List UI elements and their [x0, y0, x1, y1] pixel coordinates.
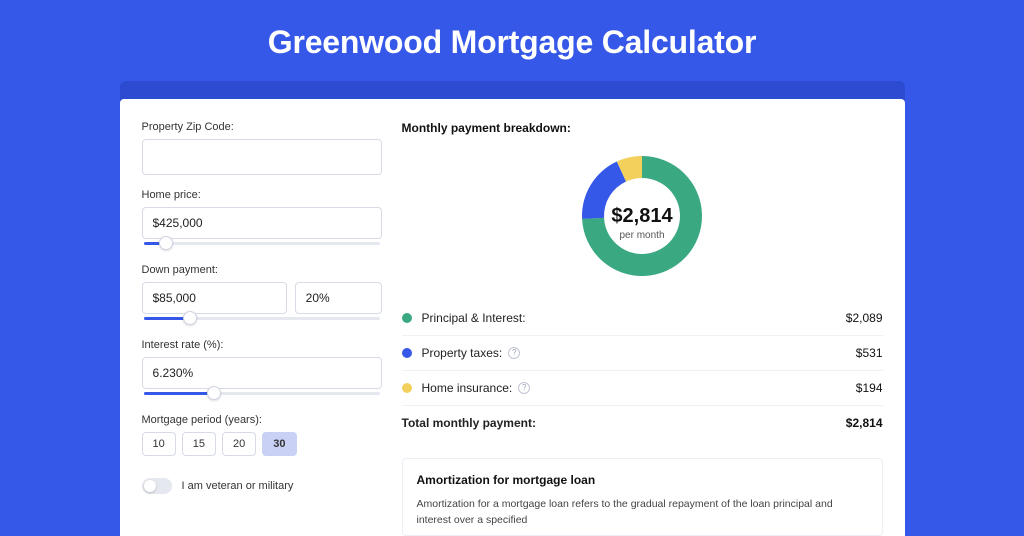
breakdown-title: Monthly payment breakdown:: [402, 121, 883, 135]
home-price-label: Home price:: [142, 189, 382, 201]
slider-track: [144, 242, 380, 245]
total-value: $2,814: [846, 416, 883, 430]
interest-rate-input[interactable]: [142, 357, 382, 389]
legend-dot: [402, 383, 412, 393]
breakdown-label: Principal & Interest:: [422, 311, 846, 325]
info-icon[interactable]: ?: [518, 382, 530, 394]
down-payment-input[interactable]: [142, 282, 287, 314]
breakdown-value: $2,089: [846, 311, 883, 325]
total-row: Total monthly payment: $2,814: [402, 406, 883, 440]
period-label: Mortgage period (years):: [142, 414, 382, 426]
breakdown-row: Home insurance:?$194: [402, 371, 883, 406]
veteran-label: I am veteran or military: [182, 480, 294, 492]
breakdown-value: $194: [856, 381, 883, 395]
breakdown-column: Monthly payment breakdown: $2,814 per mo…: [402, 121, 883, 536]
amortization-title: Amortization for mortgage loan: [417, 473, 868, 487]
total-label: Total monthly payment:: [402, 416, 846, 430]
down-payment-label: Down payment:: [142, 264, 382, 276]
veteran-row: I am veteran or military: [142, 478, 382, 494]
period-button-30[interactable]: 30: [262, 432, 296, 456]
slider-fill: [144, 392, 216, 395]
home-price-slider[interactable]: [142, 238, 382, 250]
legend-dot: [402, 313, 412, 323]
donut-chart-area: $2,814 per month: [402, 145, 883, 301]
legend-dot: [402, 348, 412, 358]
home-price-input[interactable]: [142, 207, 382, 239]
donut-center: $2,814 per month: [611, 205, 672, 241]
outer-card: Property Zip Code: Home price: Down paym…: [120, 81, 905, 536]
interest-rate-slider[interactable]: [142, 388, 382, 400]
breakdown-value: $531: [856, 346, 883, 360]
donut-sub: per month: [611, 230, 672, 241]
breakdown-row: Property taxes:?$531: [402, 336, 883, 371]
slider-thumb[interactable]: [183, 311, 197, 325]
down-payment-slider[interactable]: [142, 313, 382, 325]
period-button-10[interactable]: 10: [142, 432, 176, 456]
slider-thumb[interactable]: [207, 386, 221, 400]
info-icon[interactable]: ?: [508, 347, 520, 359]
breakdown-label: Property taxes:?: [422, 346, 856, 360]
slider-thumb[interactable]: [159, 236, 173, 250]
period-button-15[interactable]: 15: [182, 432, 216, 456]
breakdown-label: Home insurance:?: [422, 381, 856, 395]
interest-rate-label: Interest rate (%):: [142, 339, 382, 351]
zip-label: Property Zip Code:: [142, 121, 382, 133]
period-buttons: 10152030: [142, 432, 382, 456]
amortization-card: Amortization for mortgage loan Amortizat…: [402, 458, 883, 536]
down-payment-pct-input[interactable]: [295, 282, 382, 314]
calculator-card: Property Zip Code: Home price: Down paym…: [120, 99, 905, 536]
page-title: Greenwood Mortgage Calculator: [0, 0, 1024, 81]
breakdown-row: Principal & Interest:$2,089: [402, 301, 883, 336]
donut-amount: $2,814: [611, 205, 672, 228]
zip-input[interactable]: [142, 139, 382, 175]
toggle-knob: [144, 480, 156, 492]
veteran-toggle[interactable]: [142, 478, 172, 494]
amortization-body: Amortization for a mortgage loan refers …: [417, 497, 868, 529]
form-column: Property Zip Code: Home price: Down paym…: [142, 121, 382, 536]
breakdown-rows: Principal & Interest:$2,089Property taxe…: [402, 301, 883, 406]
period-button-20[interactable]: 20: [222, 432, 256, 456]
